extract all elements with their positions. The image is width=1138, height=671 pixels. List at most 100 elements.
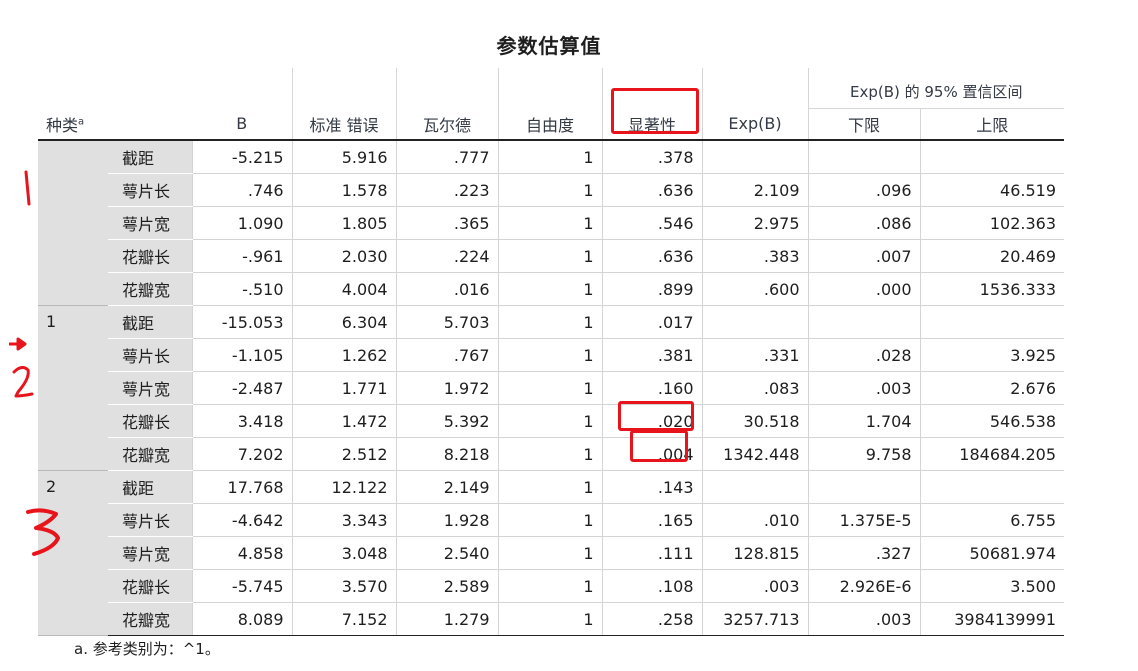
cell-lower-bound xyxy=(807,305,920,339)
cell-exp-b: 128.815 xyxy=(701,536,808,570)
cell-lower-bound: 1.375E-5 xyxy=(807,503,920,537)
cell-std-error: 5.916 xyxy=(291,140,396,174)
table-row: 截距 -5.215 5.916.777 1.378 xyxy=(38,140,1064,306)
parameter-name: 截距 xyxy=(108,470,192,504)
cell-significance: .017 xyxy=(601,305,702,339)
cell-wald: .777 xyxy=(395,140,498,174)
cell-significance: .108 xyxy=(601,569,702,603)
cell-upper-bound xyxy=(919,140,1064,174)
cell-b: 4.858 xyxy=(191,536,292,570)
cell-std-error: 1.262 xyxy=(291,338,396,372)
parameter-name: 萼片宽 xyxy=(108,206,192,240)
cell-significance: .636 xyxy=(601,173,702,207)
cell-upper-bound: 3.500 xyxy=(919,569,1064,603)
cell-std-error: 2.512 xyxy=(291,437,396,471)
cell-significance: .165 xyxy=(601,503,702,537)
category-header: 种类a xyxy=(46,115,85,135)
cell-significance: .381 xyxy=(601,338,702,372)
cell-wald: 2.589 xyxy=(395,569,498,603)
cell-lower-bound xyxy=(807,470,920,504)
cell-std-error: 1.771 xyxy=(291,371,396,405)
arrow-icon xyxy=(9,337,27,351)
cell-b: .746 xyxy=(191,173,292,207)
cell-significance: .160 xyxy=(601,371,702,405)
cell-lower-bound: 9.758 xyxy=(807,437,920,471)
cell-lower-bound: 2.926E-6 xyxy=(807,569,920,603)
cell-df: 1 xyxy=(497,140,602,174)
cell-df: 1 xyxy=(497,239,602,273)
cell-std-error: 7.152 xyxy=(291,602,396,636)
col-header-lower-bound: 下限 xyxy=(807,108,920,140)
table-row: 萼片长 .746 1.578.223 1.636 2.109.096 46.519 xyxy=(38,173,1064,207)
cell-exp-b: .331 xyxy=(701,338,808,372)
cell-df: 1 xyxy=(497,602,602,636)
cell-significance: .378 xyxy=(601,140,702,174)
cell-df: 1 xyxy=(497,338,602,372)
cell-std-error: 3.048 xyxy=(291,536,396,570)
cell-std-error: 2.030 xyxy=(291,239,396,273)
cell-exp-b xyxy=(701,140,808,174)
cell-significance: .004 xyxy=(601,437,702,471)
table-row: 1 截距 -15.053 6.304 5.703 1.017 xyxy=(38,305,1064,471)
cell-wald: .224 xyxy=(395,239,498,273)
cell-exp-b: .003 xyxy=(701,569,808,603)
table-row: 萼片宽 -2.487 1.771 1.972 1.160.083.003 2.676 xyxy=(38,371,1064,405)
cell-significance: .020 xyxy=(601,404,702,438)
cell-wald: 1.972 xyxy=(395,371,498,405)
parameter-name: 花瓣长 xyxy=(108,569,192,603)
cell-wald: 2.149 xyxy=(395,470,498,504)
group-label: 1 xyxy=(38,305,108,471)
parameter-name: 萼片宽 xyxy=(108,371,192,405)
cell-lower-bound: .007 xyxy=(807,239,920,273)
cell-b: -5.215 xyxy=(191,140,292,174)
cell-upper-bound: 546.538 xyxy=(919,404,1064,438)
cell-b: -.961 xyxy=(191,239,292,273)
col-header-df: 自由度 xyxy=(497,108,602,140)
cell-significance: .899 xyxy=(601,272,702,306)
cell-wald: 8.218 xyxy=(395,437,498,471)
cell-lower-bound: .003 xyxy=(807,371,920,405)
cell-significance: .546 xyxy=(601,206,702,240)
cell-b: -4.642 xyxy=(191,503,292,537)
cell-wald: 5.703 xyxy=(395,305,498,339)
cell-df: 1 xyxy=(497,437,602,471)
table-row: 萼片长 -4.642 3.343 1.928 1.165.010 1.375E-5 6.75… xyxy=(38,503,1064,537)
cell-upper-bound: 1536.333 xyxy=(919,272,1064,306)
cell-b: 3.418 xyxy=(191,404,292,438)
cell-b: -1.105 xyxy=(191,338,292,372)
cell-exp-b: 2.975 xyxy=(701,206,808,240)
table-row: 花瓣宽 7.202 2.512 8.218 1.004 1342.448 9.758 1846… xyxy=(38,437,1064,471)
cell-exp-b: .600 xyxy=(701,272,808,306)
cell-significance: .143 xyxy=(601,470,702,504)
cell-wald: .767 xyxy=(395,338,498,372)
cell-wald: 1.928 xyxy=(395,503,498,537)
cell-exp-b: 1342.448 xyxy=(701,437,808,471)
table-row: 花瓣宽 8.089 7.152 1.279 1.258 3257.713.003 39841… xyxy=(38,602,1064,636)
col-header-upper-bound: 上限 xyxy=(919,108,1064,140)
cell-df: 1 xyxy=(497,173,602,207)
cell-df: 1 xyxy=(497,272,602,306)
table-row: 2 截距 17.768 12.122 2.149 1.143 xyxy=(38,470,1064,636)
col-header-exp-b: Exp(B) xyxy=(701,108,808,140)
handwritten-mark-1 xyxy=(24,170,31,206)
cell-upper-bound: 3984139991 xyxy=(919,602,1064,636)
cell-exp-b xyxy=(701,305,808,339)
cell-exp-b: 2.109 xyxy=(701,173,808,207)
cell-std-error: 1.578 xyxy=(291,173,396,207)
cell-upper-bound: 6.755 xyxy=(919,503,1064,537)
cell-b: -2.487 xyxy=(191,371,292,405)
table-row: 花瓣宽 -.510 4.004.016 1.899.600.000 1536.333 xyxy=(38,272,1064,306)
parameter-name: 萼片长 xyxy=(108,338,192,372)
cell-exp-b: 3257.713 xyxy=(701,602,808,636)
cell-df: 1 xyxy=(497,536,602,570)
cell-exp-b xyxy=(701,470,808,504)
cell-df: 1 xyxy=(497,404,602,438)
handwritten-mark-2 xyxy=(12,365,34,398)
cell-wald: 5.392 xyxy=(395,404,498,438)
cell-lower-bound: 1.704 xyxy=(807,404,920,438)
cell-upper-bound: 46.519 xyxy=(919,173,1064,207)
cell-df: 1 xyxy=(497,305,602,339)
cell-lower-bound: .327 xyxy=(807,536,920,570)
parameter-name: 花瓣长 xyxy=(108,404,192,438)
cell-std-error: 1.805 xyxy=(291,206,396,240)
